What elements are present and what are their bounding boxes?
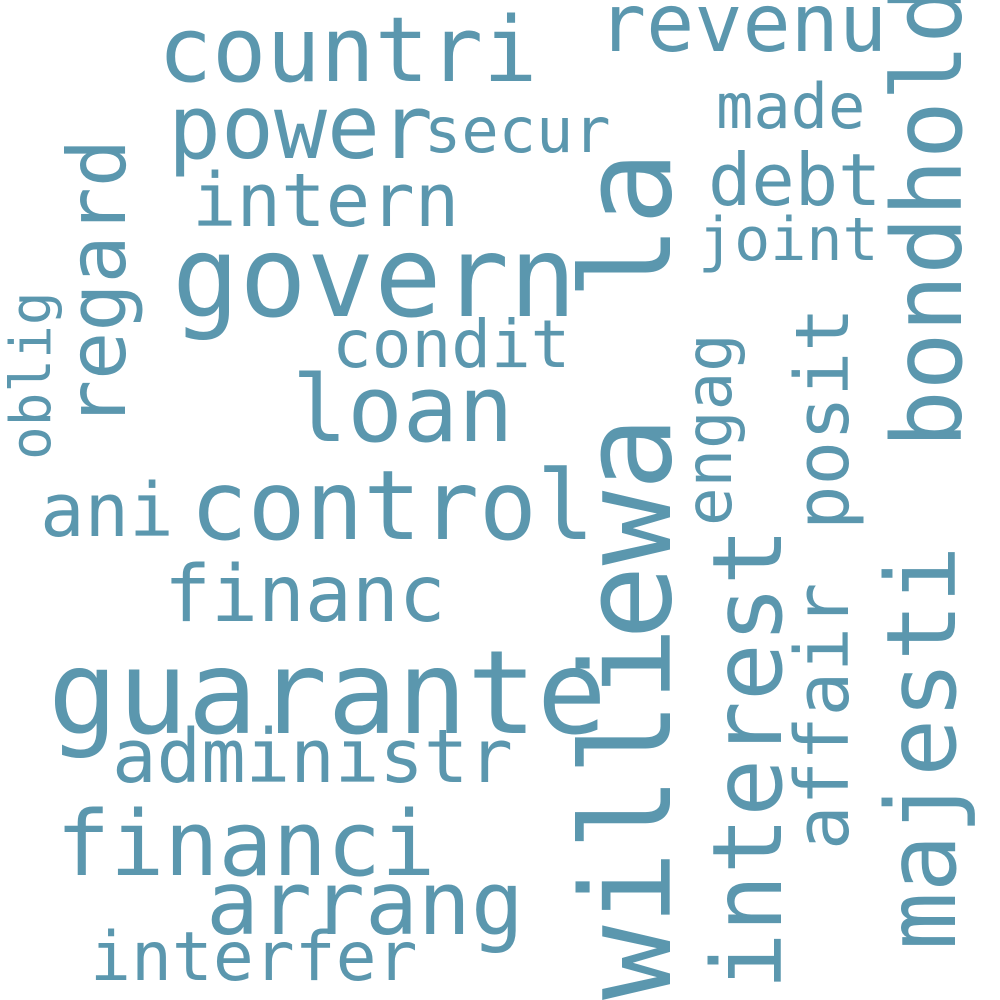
word-interfer: interfer: [90, 918, 418, 997]
word-posit: posit: [780, 307, 866, 530]
word-control: control: [190, 450, 595, 562]
word-bondhold: bondhold: [872, 0, 984, 448]
word-cloud: countri revenu power secur made intern d…: [0, 0, 1000, 1000]
word-joint: joint: [698, 205, 879, 275]
word-administr: administr: [112, 714, 513, 800]
word-made: made: [716, 70, 866, 143]
word-ewa: ewa: [556, 416, 700, 640]
word-loan: loan: [292, 356, 514, 463]
word-majesti: majesti: [866, 545, 978, 950]
word-affair: affair: [780, 582, 866, 850]
word-willi: willi: [556, 626, 700, 1000]
word-regard: regard: [51, 139, 144, 428]
word-ani: ani: [40, 468, 174, 554]
word-la: la: [556, 150, 700, 300]
word-revenu: revenu: [598, 0, 887, 70]
word-financ: financ: [164, 550, 446, 640]
word-engag: engag: [673, 333, 747, 526]
